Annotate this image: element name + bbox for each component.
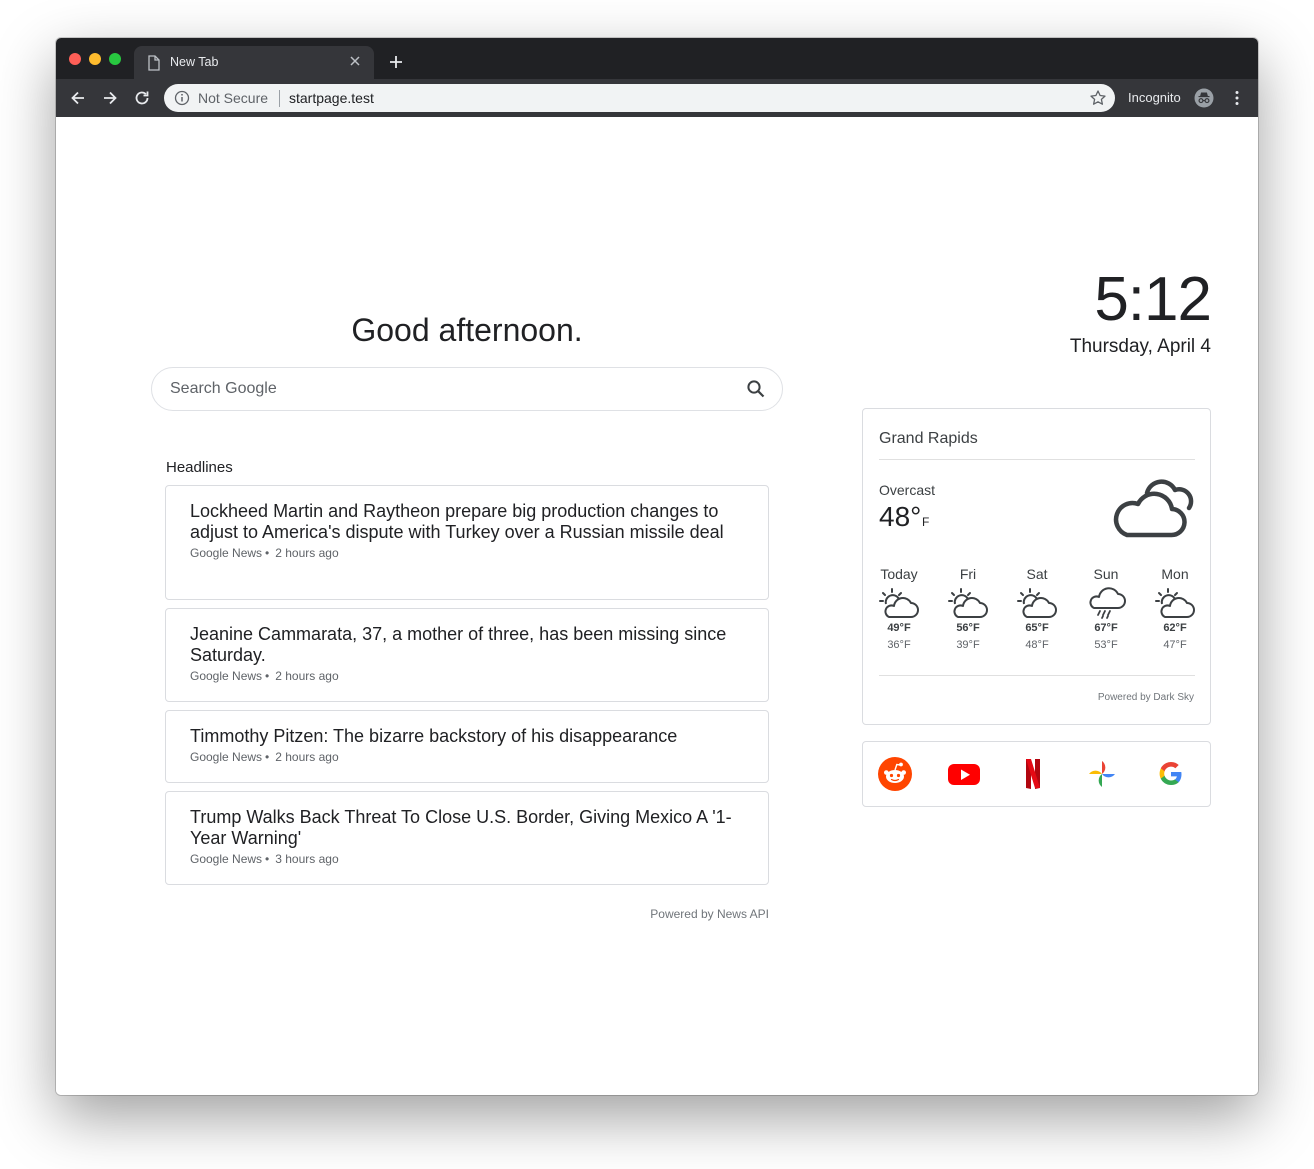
forecast-low: 48°F	[1025, 639, 1049, 651]
weather-card: Grand Rapids Overcast 48° F Today 49°F 3…	[862, 408, 1211, 725]
search-icon[interactable]	[746, 379, 766, 399]
weather-condition: Overcast	[879, 482, 936, 498]
close-tab-icon[interactable]	[348, 54, 362, 68]
forecast-high: 67°F	[1094, 622, 1118, 634]
close-window-button[interactable]	[69, 53, 81, 65]
divider	[879, 675, 1195, 676]
news-card[interactable]: Trump Walks Back Threat To Close U.S. Bo…	[165, 791, 769, 885]
news-time: 2 hours ago	[275, 669, 339, 683]
clock-time: 5:12	[1094, 265, 1212, 334]
forecast-low: 36°F	[887, 639, 911, 651]
document-icon	[148, 55, 160, 71]
clock-date: Thursday, April 4	[1069, 336, 1211, 357]
partly-cloudy-icon	[879, 588, 919, 618]
forecast-low: 53°F	[1094, 639, 1118, 651]
reddit-icon[interactable]	[878, 757, 912, 791]
google-icon[interactable]	[1154, 757, 1188, 791]
news-source: Google News	[190, 546, 263, 560]
news-headline[interactable]: Trump Walks Back Threat To Close U.S. Bo…	[190, 807, 744, 849]
forecast-high: 56°F	[956, 622, 980, 634]
search-input[interactable]	[170, 368, 730, 410]
forecast-day: Sat 65°F 48°F	[1007, 566, 1067, 651]
omnibox-separator	[279, 90, 280, 107]
minimize-window-button[interactable]	[89, 53, 101, 65]
news-source: Google News	[190, 669, 263, 683]
partly-cloudy-icon	[1017, 588, 1057, 618]
headlines-title: Headlines	[166, 459, 233, 476]
incognito-label[interactable]: Incognito	[1128, 90, 1181, 105]
news-meta: Google News • 2 hours ago	[190, 669, 744, 683]
maximize-window-button[interactable]	[109, 53, 121, 65]
tab-strip: New Tab	[56, 38, 1258, 79]
forecast-day-name: Sat	[1026, 566, 1048, 582]
forecast-day: Mon 62°F 47°F	[1145, 566, 1205, 651]
greeting-heading: Good afternoon.	[351, 312, 583, 348]
cloudy-icon	[1113, 479, 1194, 538]
forecast-low: 47°F	[1163, 639, 1187, 651]
meta-separator: •	[265, 750, 270, 764]
meta-separator: •	[265, 852, 270, 866]
tab-title: New Tab	[170, 55, 219, 69]
start-page: Good afternoon. Headlines Lockheed Marti…	[56, 117, 1258, 1095]
browser-toolbar: Not Secure startpage.test Incognito	[56, 79, 1258, 117]
bookmark-star-icon[interactable]	[1089, 89, 1107, 107]
news-headline[interactable]: Timmothy Pitzen: The bizarre backstory o…	[190, 726, 744, 747]
forecast-day: Today 49°F 36°F	[869, 566, 929, 651]
weather-unit: F	[922, 515, 930, 529]
netflix-icon[interactable]	[1016, 757, 1050, 791]
url-text[interactable]: startpage.test	[289, 90, 374, 106]
browser-window: New Tab Not Secure startpage.test Incogn…	[56, 38, 1258, 1095]
news-source: Google News	[190, 852, 263, 866]
news-meta: Google News • 2 hours ago	[190, 750, 744, 764]
news-time: 2 hours ago	[275, 750, 339, 764]
forecast-day-name: Sun	[1093, 566, 1119, 582]
reload-icon[interactable]	[133, 89, 151, 107]
news-time: 3 hours ago	[275, 852, 339, 866]
security-label[interactable]: Not Secure	[198, 90, 268, 106]
forecast-high: 62°F	[1163, 622, 1187, 634]
forecast-day-name: Today	[880, 566, 918, 582]
weather-temperature: 48°	[879, 501, 922, 532]
forecast-low: 39°F	[956, 639, 980, 651]
tab-new-tab[interactable]: New Tab	[134, 46, 374, 79]
news-source: Google News	[190, 750, 263, 764]
partly-cloudy-icon	[948, 588, 988, 618]
new-tab-button[interactable]	[386, 52, 406, 72]
youtube-icon[interactable]	[947, 757, 981, 791]
forecast-day: Fri 56°F 39°F	[938, 566, 998, 651]
back-icon[interactable]	[69, 89, 87, 107]
forecast-day-name: Mon	[1161, 566, 1189, 582]
address-bar[interactable]: Not Secure startpage.test	[164, 84, 1115, 112]
forecast-high: 65°F	[1025, 622, 1049, 634]
news-card[interactable]: Timmothy Pitzen: The bizarre backstory o…	[165, 710, 769, 783]
news-time: 2 hours ago	[275, 546, 339, 560]
forecast-high: 49°F	[887, 622, 911, 634]
quick-links	[862, 741, 1211, 807]
news-card[interactable]: Lockheed Martin and Raytheon prepare big…	[165, 485, 769, 600]
divider	[879, 459, 1195, 460]
news-card[interactable]: Jeanine Cammarata, 37, a mother of three…	[165, 608, 769, 702]
news-meta: Google News • 3 hours ago	[190, 852, 744, 866]
google-photos-icon[interactable]	[1085, 757, 1119, 791]
partly-cloudy-icon	[1155, 588, 1195, 618]
rain-icon	[1089, 587, 1126, 619]
meta-separator: •	[265, 669, 270, 683]
more-menu-icon[interactable]	[1228, 89, 1246, 107]
search-box[interactable]	[151, 367, 783, 411]
news-headline[interactable]: Lockheed Martin and Raytheon prepare big…	[190, 501, 744, 543]
news-headline[interactable]: Jeanine Cammarata, 37, a mother of three…	[190, 624, 744, 666]
forecast-day-name: Fri	[959, 566, 977, 582]
incognito-icon[interactable]	[1194, 88, 1214, 108]
weather-city: Grand Rapids	[879, 430, 978, 447]
info-icon[interactable]	[174, 90, 190, 106]
news-meta: Google News • 2 hours ago	[190, 546, 744, 560]
dark-sky-attribution[interactable]: Powered by Dark Sky	[1098, 692, 1194, 703]
forward-icon[interactable]	[101, 89, 119, 107]
forecast-day: Sun 67°F 53°F	[1076, 566, 1136, 651]
meta-separator: •	[265, 546, 270, 560]
news-api-attribution[interactable]: Powered by News API	[165, 907, 769, 921]
